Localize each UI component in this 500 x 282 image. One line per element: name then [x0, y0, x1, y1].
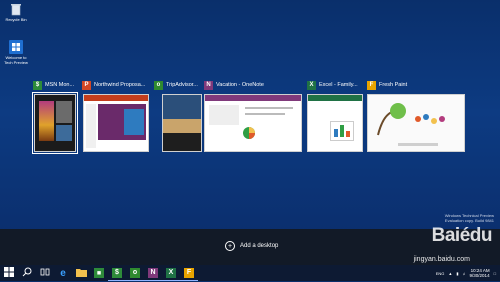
task-window-northwind[interactable]: P Northwind Proposa... [82, 78, 150, 152]
tripadvisor-icon: o [154, 80, 163, 90]
plus-icon: + [225, 241, 235, 251]
excel-icon: X [166, 267, 176, 278]
window-title: Fresh Paint [379, 82, 408, 88]
taskbar-msn-money[interactable]: $ [108, 265, 126, 281]
clock-date: 9/30/2014 [469, 273, 490, 278]
recycle-bin[interactable]: Recycle Bin [3, 2, 29, 22]
onenote-icon: N [148, 267, 158, 278]
window-title: Excel - Family... [319, 82, 358, 88]
window-title: Northwind Proposa... [94, 82, 146, 88]
volume-icon[interactable]: ♫ [463, 271, 466, 276]
fresh-paint-icon: F [367, 80, 376, 90]
add-desktop-button[interactable]: + Add a desktop [225, 241, 278, 251]
chevron-up-icon[interactable]: ▲ [448, 271, 452, 276]
welcome-label: Welcome to Tech Preview [4, 55, 28, 65]
store-button[interactable]: ■ [90, 265, 108, 281]
taskbar: e ■ $ o N X F ENG ▲ ▮ ♫ 10:24 AM 9/30/20… [0, 265, 500, 281]
clock[interactable]: 10:24 AM 9/30/2014 [470, 268, 490, 278]
window-title: TripAdvisor... [166, 82, 198, 88]
welcome-shortcut[interactable]: Welcome to Tech Preview [3, 40, 29, 65]
network-icon[interactable]: ▮ [456, 271, 458, 276]
taskbar-excel[interactable]: X [162, 265, 180, 281]
msn-money-icon: $ [33, 80, 42, 90]
baidu-watermark-url: jingyan.baidu.com [413, 256, 470, 263]
fresh-paint-icon: F [184, 267, 194, 278]
internet-explorer-button[interactable]: e [54, 265, 72, 281]
task-window-tripadvisor[interactable]: o TripAdvisor... [154, 78, 202, 152]
desktop: Recycle Bin Welcome to Tech Preview $ MSN… [0, 0, 500, 229]
system-tray: ENG ▲ ▮ ♫ 10:24 AM 9/30/2014 □ [436, 265, 496, 281]
internet-explorer-icon: e [60, 267, 66, 279]
taskbar-onenote[interactable]: N [144, 265, 162, 281]
window-thumbnail [162, 94, 202, 152]
window-title: MSN Mon... [45, 82, 75, 88]
tripadvisor-icon: o [130, 267, 140, 278]
build-watermark: Windows Technical Preview Evaluation cop… [445, 213, 494, 223]
start-button[interactable] [0, 265, 18, 281]
window-thumbnail [83, 94, 149, 152]
task-window-fresh-paint[interactable]: F Fresh Paint [367, 78, 467, 152]
recycle-bin-label: Recycle Bin [5, 17, 27, 22]
welcome-icon [9, 40, 23, 54]
task-window-excel[interactable]: X Excel - Family... [307, 78, 365, 152]
file-explorer-button[interactable] [72, 265, 90, 281]
taskbar-fresh-paint[interactable]: F [180, 265, 198, 281]
task-window-msn-money[interactable]: $ MSN Mon... [32, 78, 78, 154]
file-explorer-icon [75, 264, 87, 282]
watermark-line2: Evaluation copy. Build 9841 [444, 218, 494, 223]
window-thumbnail [204, 94, 302, 152]
powerpoint-icon: P [82, 80, 91, 90]
search-button[interactable] [18, 265, 36, 281]
window-title: Vacation - OneNote [216, 82, 264, 88]
notification-icon[interactable]: □ [494, 271, 496, 276]
task-view-button[interactable] [36, 265, 54, 281]
msn-money-icon: $ [112, 267, 122, 278]
start-icon [4, 264, 14, 282]
window-thumbnail [367, 94, 465, 152]
task-view-icon [40, 264, 50, 282]
task-view-strip: $ MSN Mon... P Northwind Proposa... o TripA… [0, 78, 500, 158]
onenote-icon: N [204, 80, 213, 90]
window-thumbnail [32, 92, 78, 154]
add-desktop-label: Add a desktop [240, 243, 279, 249]
taskbar-tripadvisor[interactable]: o [126, 265, 144, 281]
recycle-bin-icon [9, 2, 23, 16]
keyboard-indicator[interactable]: ENG [436, 271, 445, 276]
window-thumbnail [307, 94, 363, 152]
task-window-onenote[interactable]: N Vacation - OneNote [204, 78, 304, 152]
search-icon [22, 264, 32, 282]
baidu-watermark-logo: Baiédu [431, 225, 493, 246]
store-icon: ■ [94, 268, 104, 278]
excel-icon: X [307, 80, 316, 90]
